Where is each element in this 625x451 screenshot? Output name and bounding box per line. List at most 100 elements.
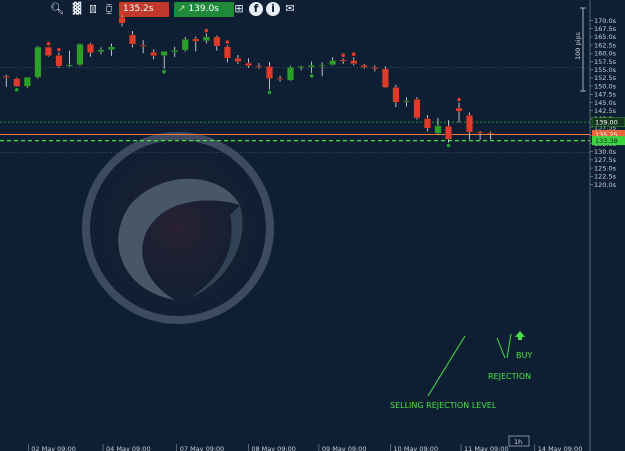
rejection-annotation: REJECTION	[488, 372, 531, 381]
price-tick-label: 122.5s	[594, 173, 617, 181]
selling-level-annotation: SELLING REJECTION LEVEL	[390, 401, 497, 410]
candle-body	[87, 43, 94, 53]
selling-level-arrow-line	[427, 335, 466, 397]
candle-body	[287, 67, 294, 81]
candle-body	[202, 36, 210, 41]
candle-body	[23, 77, 31, 87]
candle-body	[424, 118, 431, 129]
rejection-level-tag: 133.38	[595, 137, 618, 145]
candle-body	[392, 87, 400, 103]
candle-body	[329, 60, 337, 65]
candle-body	[434, 125, 442, 134]
time-tick-label: 09 May 09:00	[322, 445, 367, 451]
candle-body	[108, 46, 115, 50]
candle-body	[234, 58, 242, 62]
candle-body	[34, 46, 42, 78]
candle-body	[476, 131, 484, 134]
price-tick-label: 155.0s	[594, 66, 617, 74]
candle-body	[97, 49, 105, 52]
price-tick-label: 157.5s	[594, 58, 617, 66]
candle-body	[55, 55, 63, 67]
time-tick-label: 02 May 09:00	[31, 445, 76, 451]
price-tick-label: 142.5s	[594, 107, 617, 115]
candle-body	[160, 51, 168, 56]
fractal-high-marker	[120, 10, 124, 15]
candle-body	[139, 44, 147, 47]
time-tick-label: 04 May 09:00	[106, 445, 151, 451]
candle-body	[318, 64, 326, 67]
price-chart[interactable]: 170.0s167.5s165.0s162.5s160.0s157.5s155.…	[0, 0, 625, 451]
candle-body	[297, 66, 305, 68]
time-tick-label: 14 May 09:00	[538, 445, 583, 451]
candle-body	[255, 65, 263, 68]
price-tick-label: 162.5s	[594, 41, 617, 49]
candle-body	[66, 64, 73, 67]
price-tick-label: 147.5s	[594, 91, 617, 99]
candle-body	[350, 60, 358, 64]
candle-body	[44, 46, 52, 56]
candle-body	[129, 34, 137, 45]
price-tick-label: 145.0s	[594, 99, 617, 107]
buy-arrow-icon	[515, 331, 525, 340]
fractal-high-marker	[57, 47, 61, 52]
price-tick-label: 127.5s	[594, 156, 617, 164]
candle-body	[266, 66, 273, 79]
time-axis: 02 May 09:00 04 May 09:00 07 May 09:00 08 M…	[27, 444, 583, 451]
candle-body	[213, 36, 221, 47]
candle-body	[245, 62, 252, 66]
candle-body	[339, 59, 347, 62]
time-tick-label: 11 May 09:00	[464, 445, 509, 451]
candle-body	[487, 132, 495, 135]
candle-body	[466, 115, 473, 133]
fractal-low-marker	[446, 143, 451, 148]
timeframe-label: 1h	[514, 438, 522, 446]
candle-body	[2, 76, 10, 78]
price-tick-label: 150.0s	[594, 82, 617, 90]
candle-body	[371, 67, 379, 69]
price-tick-label: 170.0s	[594, 17, 617, 25]
candle-body	[360, 65, 368, 68]
candle-body	[118, 17, 126, 24]
fractal-high-marker	[204, 28, 209, 33]
candle-body	[181, 39, 189, 51]
watermark-logo	[58, 108, 298, 348]
candle-body	[413, 99, 421, 119]
timeframe-selector[interactable]: 1h	[508, 435, 530, 447]
buy-annotation: BUY	[516, 351, 532, 360]
pip-range-label: 100 pips	[574, 31, 582, 60]
candle-body	[150, 52, 158, 56]
time-tick-label: 10 May 09:00	[394, 445, 439, 451]
candle-body	[76, 43, 84, 65]
price-tick-label: 125.0s	[594, 164, 617, 172]
rejection-line-left	[496, 337, 506, 359]
fractal-high-marker	[341, 53, 346, 58]
fractal-high-marker	[457, 97, 461, 102]
annotations: BUY REJECTION SELLING REJECTION LEVEL	[390, 331, 532, 410]
candle-body	[402, 100, 410, 102]
candle-body	[171, 50, 179, 53]
candle-body	[381, 68, 389, 88]
time-tick-label: 08 May 09:00	[251, 445, 296, 451]
price-tick-label: 120.0s	[594, 181, 617, 189]
fractal-high-marker	[351, 52, 356, 57]
candle-body	[192, 38, 200, 42]
fractal-low-marker	[162, 69, 166, 74]
candle-body	[223, 46, 231, 59]
buy-level-tag: 139.00	[595, 118, 618, 126]
time-tick-label: 07 May 09:00	[180, 445, 225, 451]
fractal-high-marker	[46, 41, 51, 46]
candle-body	[276, 78, 284, 80]
chart-grid	[0, 67, 590, 153]
chart-window: 🔍︎ ▓ ⫾⫾ ⧮ 135.2s ↗ 139.0s ⊞ f i ✉ 170.0s…	[0, 0, 625, 451]
price-tick-label: 152.5s	[594, 74, 617, 82]
fractal-high-marker	[225, 40, 230, 44]
fractal-low-marker	[267, 90, 272, 95]
price-tags: 139.00 135.25 133.38	[591, 117, 625, 146]
fractal-low-marker	[309, 74, 314, 78]
rejection-line-right	[506, 333, 512, 359]
price-axis: 170.0s167.5s165.0s162.5s160.0s157.5s155.…	[589, 0, 617, 451]
candle-body	[308, 65, 316, 68]
price-tick-label: 165.0s	[594, 33, 617, 41]
candle-body	[455, 107, 463, 112]
price-tick-label: 130.0s	[594, 148, 617, 156]
